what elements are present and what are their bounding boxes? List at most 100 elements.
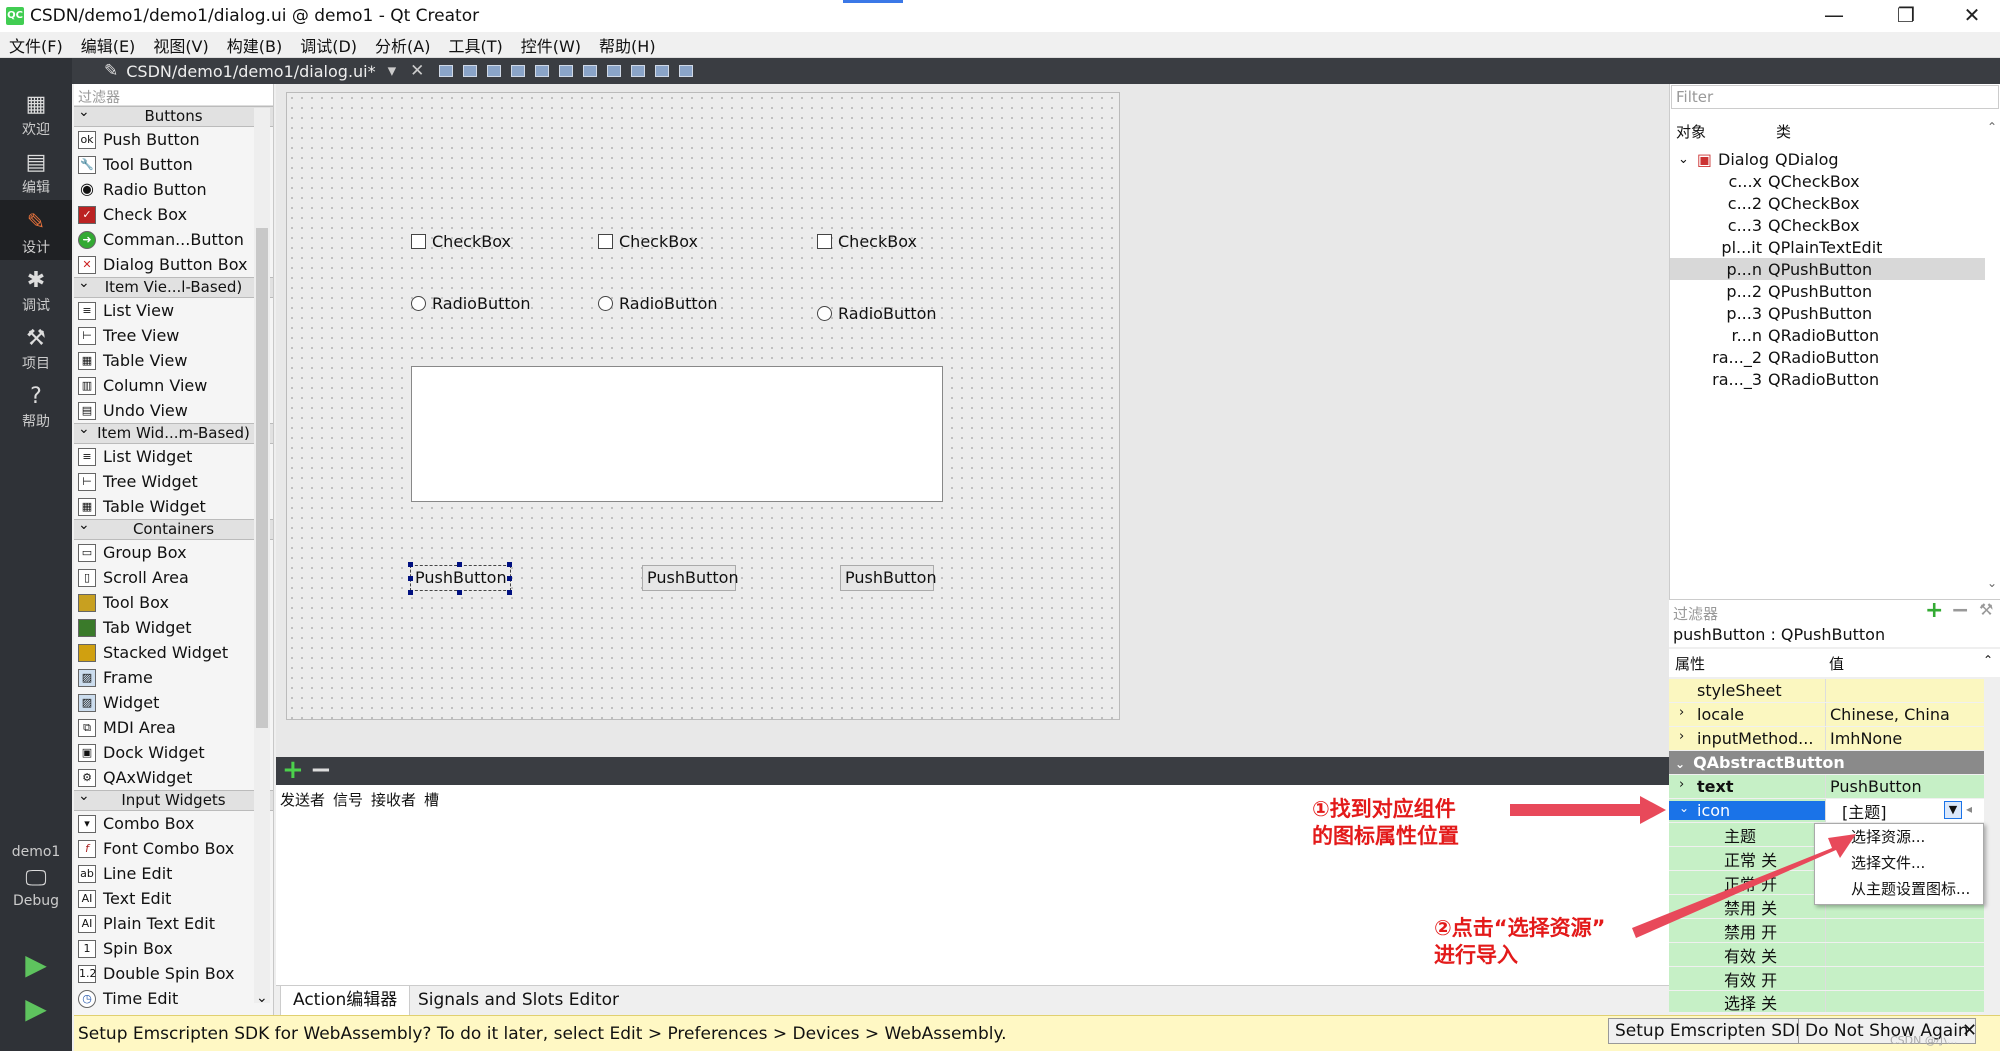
layout-horizontal-icon[interactable]	[535, 65, 550, 77]
prop-group-qabstractbutton[interactable]: ⌄ QAbstractButton	[1669, 751, 1984, 775]
resize-handle[interactable]	[507, 576, 512, 581]
tree-child[interactable]: p...2 QPushButton	[1670, 280, 1985, 302]
widget-item[interactable]: ▥ Column View	[74, 373, 273, 398]
doc-dropdown-icon[interactable]: ▾	[388, 61, 397, 81]
col-property[interactable]: 属性	[1669, 653, 1825, 674]
scrollbar-thumb[interactable]	[256, 228, 268, 728]
prop-sub-active-on[interactable]: 有效 开	[1669, 967, 1984, 991]
category-containers[interactable]: Containers	[74, 516, 273, 540]
widget-item[interactable]: ▭ Group Box	[74, 540, 273, 565]
menu-file[interactable]: 文件(F)	[9, 33, 63, 57]
menu-help[interactable]: 帮助(H)	[599, 33, 656, 57]
tree-child[interactable]: r...n QRadioButton	[1670, 324, 1985, 346]
widget-item[interactable]: ≡ List View	[74, 298, 273, 323]
resize-handle[interactable]	[408, 562, 413, 567]
widget-item[interactable]: ≡ List Widget	[74, 444, 273, 469]
col-receiver[interactable]: 接收者	[371, 789, 416, 810]
debug-run-button[interactable]: ▶	[0, 992, 72, 1025]
widget-item[interactable]: ✓ Check Box	[74, 202, 273, 227]
mode-welcome[interactable]: ▦ 欢迎	[0, 92, 72, 139]
collapse-icon[interactable]: ⌄	[1675, 757, 1685, 771]
remove-property-icon[interactable]: −	[1951, 598, 1969, 623]
widget-item[interactable]: Tool Box	[74, 590, 273, 615]
kit-selector[interactable]: demo1 🖵 Debug	[0, 844, 72, 909]
resize-handle[interactable]	[457, 590, 462, 595]
mode-help[interactable]: ? 帮助	[0, 384, 72, 431]
scroll-down-icon[interactable]: ⌄	[1987, 576, 1997, 590]
layout-form-icon[interactable]	[655, 65, 670, 77]
run-button[interactable]: ▶	[0, 948, 72, 981]
widget-item[interactable]: ok Push Button	[74, 127, 273, 152]
maximize-button[interactable]: ❐	[1878, 0, 1934, 32]
prop-scroll-up-icon[interactable]: ⌃	[1983, 653, 1993, 667]
remove-connection-icon[interactable]: −	[310, 755, 332, 785]
push-button-3[interactable]: PushButton	[840, 565, 937, 591]
menu-set-from-theme[interactable]: 从主题设置图标...	[1815, 876, 1983, 902]
edit-buddies-icon[interactable]	[487, 65, 502, 77]
tree-child[interactable]: c...2 QCheckBox	[1670, 192, 1985, 214]
widget-item[interactable]: Stacked Widget	[74, 640, 273, 665]
col-value[interactable]: 值	[1825, 653, 1844, 674]
checkbox-3[interactable]: CheckBox	[817, 232, 917, 251]
widget-item[interactable]: ▦ Table View	[74, 348, 273, 373]
checkbox-2[interactable]: CheckBox	[598, 232, 698, 251]
radio-button-1[interactable]: RadioButton	[411, 294, 531, 313]
resize-handle[interactable]	[457, 562, 462, 567]
mode-projects[interactable]: ⚒ 项目	[0, 326, 72, 373]
col-signal[interactable]: 信号	[333, 789, 363, 810]
resize-handle[interactable]	[507, 590, 512, 595]
widget-item[interactable]: ⧉ MDI Area	[74, 715, 273, 740]
object-filter-input[interactable]: Filter	[1671, 85, 1999, 109]
edit-signals-icon[interactable]	[463, 65, 478, 77]
widget-item[interactable]: 1 Spin Box	[74, 936, 273, 961]
widget-item[interactable]: ⚙ QAxWidget	[74, 765, 273, 790]
widget-item[interactable]: ⊢ Tree View	[74, 323, 273, 348]
icon-dropdown-button[interactable]: ▼	[1944, 801, 1962, 819]
widget-item[interactable]: ▦ Table Widget	[74, 494, 273, 519]
widget-item[interactable]: ▯ Scroll Area	[74, 565, 273, 590]
edit-widgets-icon[interactable]	[439, 65, 454, 77]
menu-build[interactable]: 构建(B)	[227, 33, 282, 57]
add-property-icon[interactable]: +	[1925, 598, 1943, 623]
widget-item[interactable]: ✕ Dialog Button Box	[74, 252, 273, 277]
tree-child[interactable]: ra..._2 QRadioButton	[1670, 346, 1985, 368]
category-buttons[interactable]: Buttons	[74, 103, 273, 127]
resize-handle[interactable]	[408, 576, 413, 581]
widget-item[interactable]: ▤ Undo View	[74, 398, 273, 423]
widget-item[interactable]: ▨ Widget	[74, 690, 273, 715]
prop-inputmethod[interactable]: › inputMethod... ImhNone	[1669, 727, 1984, 751]
prop-sub-selected-off[interactable]: 选择 关	[1669, 991, 1984, 1013]
tree-child-selected[interactable]: p...n QPushButton	[1670, 258, 1985, 280]
layout-grid-icon[interactable]	[631, 65, 646, 77]
col-object[interactable]: 对象	[1676, 121, 1776, 142]
menu-edit[interactable]: 编辑(E)	[81, 33, 136, 57]
layout-split-h-icon[interactable]	[583, 65, 598, 77]
category-item-views[interactable]: Item Vie...l-Based)	[74, 274, 273, 298]
menu-choose-resource[interactable]: 选择资源...	[1815, 824, 1983, 850]
document-name[interactable]: CSDN/demo1/demo1/dialog.ui*	[126, 62, 375, 81]
widget-item[interactable]: ▣ Dock Widget	[74, 740, 273, 765]
radio-button-2[interactable]: RadioButton	[598, 294, 718, 313]
resize-handle[interactable]	[408, 590, 413, 595]
widget-box-scrollbar[interactable]	[254, 108, 270, 1003]
push-button-1-selected[interactable]: PushButton	[410, 565, 511, 591]
expand-icon[interactable]: ›	[1679, 729, 1684, 744]
menu-choose-file[interactable]: 选择文件...	[1815, 850, 1983, 876]
widget-item[interactable]: Tab Widget	[74, 615, 273, 640]
widget-item[interactable]: AI Text Edit	[74, 886, 273, 911]
edit-tab-order-icon[interactable]	[511, 65, 526, 77]
resize-handle[interactable]	[507, 562, 512, 567]
push-button-2[interactable]: PushButton	[642, 565, 739, 591]
bottom-scroll-down-icon[interactable]: ⌄	[256, 990, 268, 1006]
col-sender[interactable]: 发送者	[280, 789, 325, 810]
widget-item[interactable]: ⊢ Tree Widget	[74, 469, 273, 494]
widget-item[interactable]: ab Line Edit	[74, 861, 273, 886]
category-input-widgets[interactable]: Input Widgets	[74, 787, 273, 811]
widget-item[interactable]: AI Plain Text Edit	[74, 911, 273, 936]
widget-item[interactable]: ▨ Frame	[74, 665, 273, 690]
tree-child[interactable]: ra..._3 QRadioButton	[1670, 368, 1985, 390]
layout-split-v-icon[interactable]	[607, 65, 622, 77]
mode-edit[interactable]: ▤ 编辑	[0, 150, 72, 197]
mode-design[interactable]: ✎ 设计	[0, 200, 72, 260]
property-filter-input[interactable]: 过滤器 + − ⚒	[1669, 598, 2000, 623]
